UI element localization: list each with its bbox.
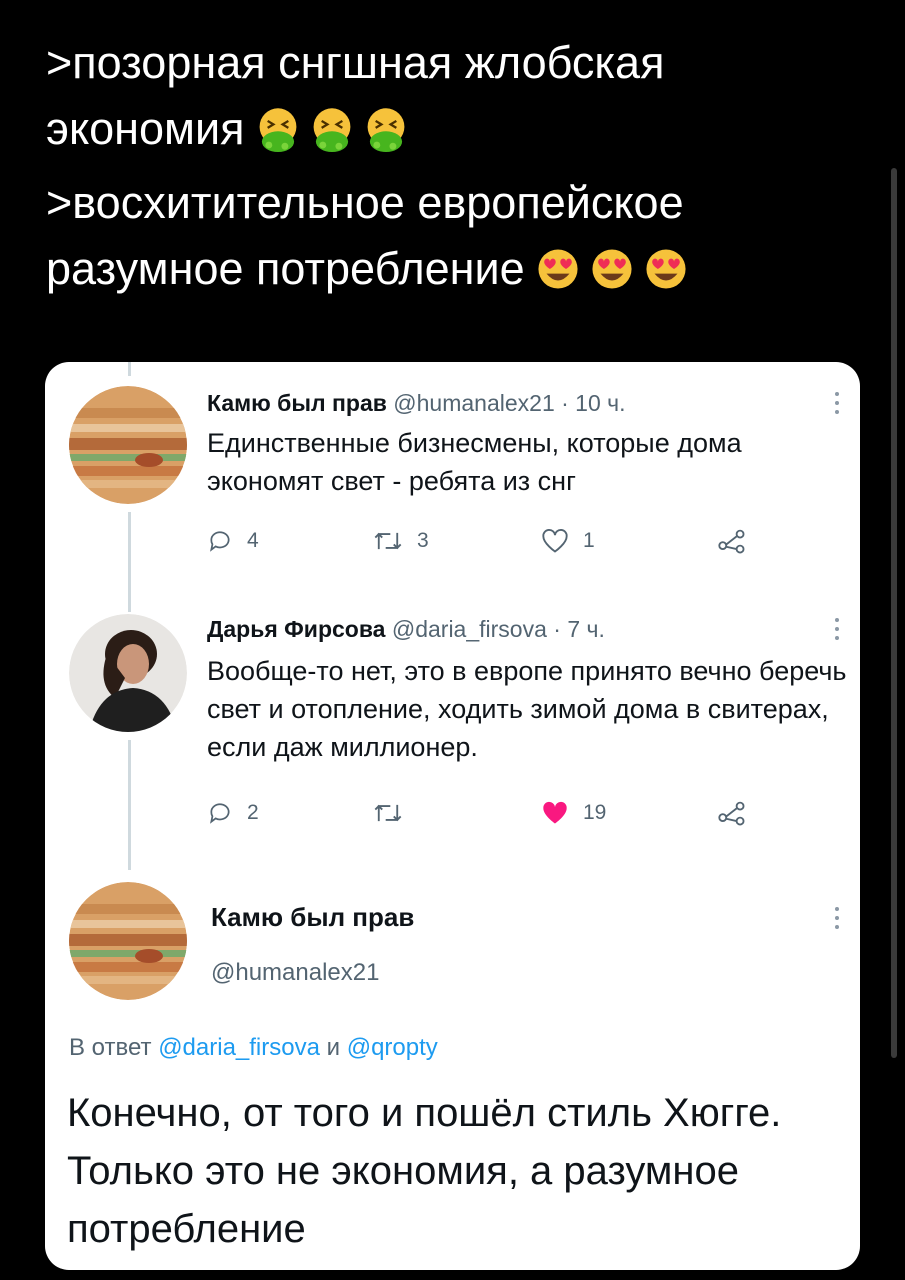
share-button[interactable]	[717, 528, 761, 554]
jupiter-avatar-icon	[69, 882, 187, 1000]
post-caption: >позорная снгшная жлобская экономия >вос…	[46, 30, 846, 310]
author-handle[interactable]: @humanalex21	[393, 390, 554, 416]
avatar[interactable]	[69, 386, 187, 504]
heart-filled-icon	[543, 801, 567, 824]
tweet-actions: 2 19	[207, 800, 767, 840]
reply-icon	[210, 803, 230, 824]
reply-user-link[interactable]: @qropty	[347, 1034, 438, 1061]
share-icon	[718, 801, 745, 826]
share-icon	[718, 529, 745, 554]
retweet-icon	[374, 532, 402, 550]
thread-line	[128, 362, 131, 376]
reply-count: 2	[247, 801, 259, 824]
author-name[interactable]: Камю был прав	[207, 390, 387, 416]
retweet-button[interactable]: 3	[373, 528, 429, 554]
heart-icon	[542, 528, 568, 553]
heart-eyes-icon	[592, 249, 632, 289]
like-button[interactable]: 19	[541, 800, 606, 826]
reply-prefix: В ответ	[69, 1034, 152, 1061]
like-count: 1	[583, 529, 595, 552]
tweet-text: Единственные бизнесмены, которые дома эк…	[207, 428, 742, 496]
tweet-header: Дарья Фирсова @daria_firsova · 7 ч.	[207, 616, 605, 643]
heart-eyes-icon	[646, 249, 686, 289]
avatar[interactable]	[69, 882, 187, 1000]
tweet-time[interactable]: · 7 ч.	[553, 616, 605, 642]
caption-line-4: разумное потребление	[46, 236, 846, 310]
like-button[interactable]: 1	[541, 528, 595, 554]
tweet-actions: 4 3 1	[207, 528, 767, 568]
vomit-face-icon	[365, 107, 406, 154]
caption-line-1: >позорная снгшная жлобская	[46, 37, 665, 88]
author-handle[interactable]: @daria_firsova	[392, 616, 547, 642]
vomit-emoji-group	[255, 104, 417, 170]
more-options-icon[interactable]	[834, 907, 840, 934]
main-tweet-text: Конечно, от того и пошёл стиль Хюгге. То…	[67, 1091, 782, 1251]
reply-count: 4	[247, 529, 259, 552]
author-handle[interactable]: @humanalex21	[211, 959, 379, 987]
author-name[interactable]: Дарья Фирсова	[207, 616, 385, 642]
caption-line-4-text: разумное потребление	[46, 243, 525, 294]
caption-line-3: >восхитительное европейское	[46, 177, 684, 228]
retweet-button[interactable]	[373, 800, 417, 826]
thread-line	[128, 740, 131, 870]
heart-eyes-icon	[538, 249, 578, 289]
caption-line-2: экономия	[46, 96, 846, 170]
reply-button[interactable]: 2	[207, 800, 259, 826]
jupiter-avatar-icon	[69, 386, 187, 504]
thread-line	[128, 512, 131, 612]
tweet-header: Камю был прав @humanalex21 · 10 ч.	[207, 390, 626, 417]
reply-context: В ответ @daria_firsova и @qropty	[69, 1034, 438, 1062]
vomit-face-icon	[311, 107, 352, 154]
tweet-time[interactable]: · 10 ч.	[561, 390, 625, 416]
reply-button[interactable]: 4	[207, 528, 259, 554]
reply-and: и	[326, 1034, 341, 1061]
caption-line-2-text: экономия	[46, 103, 245, 154]
more-options-icon[interactable]	[834, 392, 840, 419]
author-name[interactable]: Камю был прав	[211, 902, 414, 933]
reply-icon	[210, 531, 230, 552]
retweet-icon	[374, 804, 402, 822]
tweet-thread-card: Камю был прав @humanalex21 · 10 ч. Единс…	[45, 362, 860, 1270]
share-button[interactable]	[717, 800, 761, 826]
person-avatar-icon	[69, 614, 187, 732]
tweet-text: Вообще-то нет, это в европе принято вечн…	[207, 656, 847, 762]
scrollbar[interactable]	[891, 168, 897, 1058]
retweet-count: 3	[417, 529, 429, 552]
reply-user-link[interactable]: @daria_firsova	[158, 1034, 320, 1061]
more-options-icon[interactable]	[834, 618, 840, 645]
avatar[interactable]	[69, 614, 187, 732]
vomit-face-icon	[257, 107, 298, 154]
like-count: 19	[583, 801, 607, 824]
heart-eyes-emoji-group	[535, 244, 697, 310]
